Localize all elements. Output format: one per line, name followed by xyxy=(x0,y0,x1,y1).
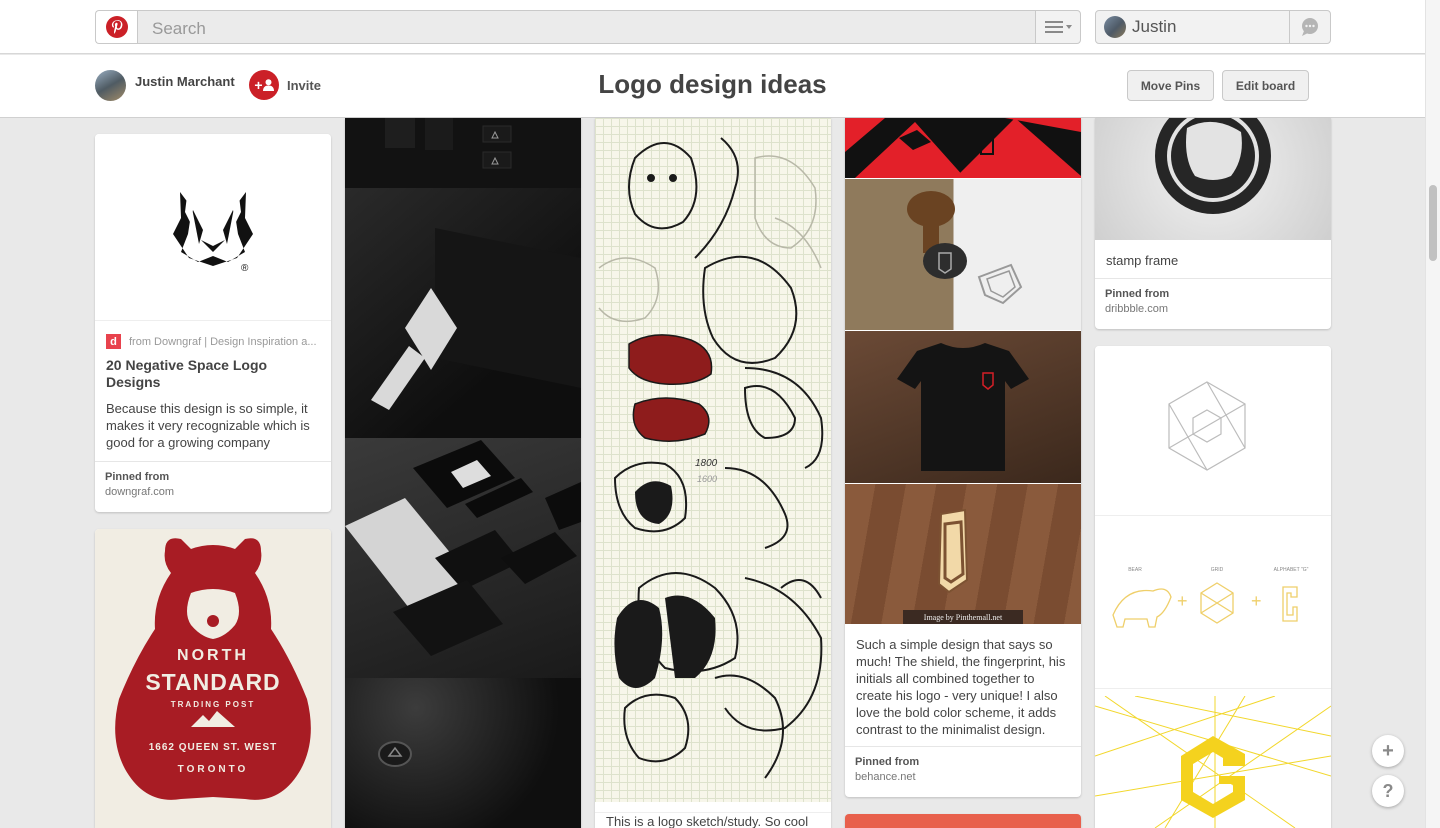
source-favicon-icon: d xyxy=(106,334,121,349)
chevron-down-icon xyxy=(1065,25,1072,29)
pin-card-hexagon-logo[interactable]: + + BEAR GRID ALPHABET "G" xyxy=(1095,346,1331,828)
pin-image[interactable] xyxy=(345,678,581,828)
pinned-from[interactable]: Pinned from dribbble.com xyxy=(1095,278,1331,329)
chat-bubble-icon xyxy=(1302,18,1318,36)
rubber-stamp-image xyxy=(907,191,1023,305)
svg-text:TRADING POST: TRADING POST xyxy=(171,700,255,709)
envelope-image xyxy=(371,228,581,410)
pin-card-bear-sketch[interactable]: 1800 1600 This is a logo sketch/study. S… xyxy=(595,118,831,828)
pin-image[interactable]: ® xyxy=(95,134,331,321)
pin-title[interactable]: 20 Negative Space Logo Designs xyxy=(95,357,331,391)
svg-text:NORTH: NORTH xyxy=(177,647,249,664)
pin-image[interactable] xyxy=(845,179,1081,330)
svg-text:+: + xyxy=(1177,591,1188,611)
pinterest-logo-button[interactable] xyxy=(95,10,138,44)
bear-grid-alphabet-image: + + BEAR GRID ALPHABET "G" xyxy=(1112,567,1309,628)
pin-image[interactable] xyxy=(345,118,581,188)
pin-description-wrap: This is a logo sketch/study. So cool xyxy=(595,812,831,828)
pinned-from[interactable]: Pinned from downgraf.com xyxy=(95,461,331,512)
svg-text:1600: 1600 xyxy=(697,474,717,484)
pin-description: Because this design is so simple, it mak… xyxy=(106,401,310,450)
business-cards-image xyxy=(385,118,512,169)
avatar xyxy=(1104,16,1126,38)
svg-text:1662 QUEEN ST. WEST: 1662 QUEEN ST. WEST xyxy=(149,742,277,753)
pin-image[interactable]: Image by Pinthemall.net xyxy=(845,484,1081,624)
pinned-from-label: Pinned from xyxy=(1105,288,1170,300)
pinned-from[interactable]: Pinned from behance.net xyxy=(845,746,1081,797)
add-pin-button[interactable]: + xyxy=(1372,735,1404,767)
red-cards-image xyxy=(845,118,1081,178)
pinned-from-label: Pinned from xyxy=(105,471,170,483)
pinned-from-source: behance.net xyxy=(855,771,916,783)
pin-card-north-standard[interactable]: NORTH STANDARD TRADING POST 1662 QUEEN S… xyxy=(95,529,331,828)
search-input[interactable]: Search xyxy=(137,10,1037,44)
edit-board-button[interactable]: Edit board xyxy=(1222,70,1309,101)
pin-image[interactable] xyxy=(1095,118,1331,240)
svg-text:TORONTO: TORONTO xyxy=(178,764,249,775)
pin-image[interactable]: NORTH STANDARD TRADING POST 1662 QUEEN S… xyxy=(95,529,331,828)
pin-card-fox-logo[interactable]: ® d from Downgraf | Design Inspiration a… xyxy=(95,134,331,512)
pin-description: This is a logo sketch/study. So cool xyxy=(606,814,809,828)
scrollbar-track[interactable] xyxy=(1425,0,1440,828)
scrollbar-thumb[interactable] xyxy=(1429,185,1437,261)
hexagon-grid-image xyxy=(1168,381,1246,471)
svg-text:BEAR: BEAR xyxy=(1128,567,1142,573)
wax-seal-image xyxy=(378,741,412,767)
wooden-shield-logo-image: Image by Pinthemall.net xyxy=(903,508,1023,624)
svg-text:GRID: GRID xyxy=(1211,567,1224,573)
pin-description: Such a simple design that says so much! … xyxy=(856,637,1066,737)
pin-image[interactable] xyxy=(845,118,1081,178)
pin-source: from Downgraf | Design Inspiration a... xyxy=(129,335,317,348)
yellow-g-logo-image xyxy=(1095,696,1331,828)
top-navigation-bar: Search Justin xyxy=(0,0,1425,54)
trademark-mark: ® xyxy=(241,263,249,274)
pin-description-wrap: Such a simple design that says so much! … xyxy=(845,636,1081,738)
svg-text:1800: 1800 xyxy=(695,458,718,469)
svg-text:STANDARD: STANDARD xyxy=(145,669,280,695)
pin-image[interactable] xyxy=(1095,696,1331,828)
category-menu-button[interactable] xyxy=(1035,10,1081,44)
pin-card-stamp-frame[interactable]: stamp frame Pinned from dribbble.com xyxy=(1095,118,1331,329)
pin-image[interactable]: + + BEAR GRID ALPHABET "G" xyxy=(1095,517,1331,689)
pin-image[interactable] xyxy=(345,188,581,438)
pin-description-wrap: Because this design is so simple, it mak… xyxy=(95,400,331,451)
pin-description-wrap: stamp frame xyxy=(1095,252,1331,269)
pin-description: stamp frame xyxy=(1106,253,1179,268)
pinned-from-label: Pinned from xyxy=(855,756,920,768)
pinterest-logo-icon xyxy=(106,16,128,38)
pin-title-wrap: 20 Negative Space Logo Designs xyxy=(95,357,331,391)
pin-image[interactable] xyxy=(845,331,1081,483)
help-button[interactable]: ? xyxy=(1372,775,1404,807)
messages-button[interactable] xyxy=(1289,10,1331,44)
user-profile-button[interactable]: Justin xyxy=(1095,10,1291,44)
branding-kit-image xyxy=(345,440,581,656)
menu-icon xyxy=(1044,21,1063,33)
user-name: Justin xyxy=(1132,17,1177,36)
pin-source-row[interactable]: d from Downgraf | Design Inspiration a..… xyxy=(106,334,317,349)
bear-sketches-image: 1800 1600 xyxy=(598,137,824,779)
pin-image[interactable] xyxy=(1095,346,1331,516)
bear-badge-image: NORTH STANDARD TRADING POST 1662 QUEEN S… xyxy=(115,538,311,800)
pin-image[interactable]: 1800 1600 xyxy=(595,118,831,802)
pin-image[interactable] xyxy=(345,438,581,678)
move-pins-button[interactable]: Move Pins xyxy=(1127,70,1214,101)
svg-text:+: + xyxy=(1251,591,1262,611)
pin-card-stationery[interactable] xyxy=(345,118,581,828)
tshirt-image xyxy=(897,343,1029,471)
image-watermark: Image by Pinthemall.net xyxy=(924,613,1003,622)
pinned-from-source: downgraf.com xyxy=(105,486,175,498)
stamp-frame-logo-image xyxy=(1155,118,1271,214)
fox-logo-image: ® xyxy=(173,192,253,274)
pin-card-partial[interactable] xyxy=(845,814,1081,828)
pin-card-shield-logo[interactable]: Image by Pinthemall.net Such a simple de… xyxy=(845,118,1081,797)
pinned-from-source: dribbble.com xyxy=(1105,303,1168,315)
board-header: Justin Marchant + Invite Logo design ide… xyxy=(0,55,1425,118)
svg-text:ALPHABET "G": ALPHABET "G" xyxy=(1274,567,1309,573)
